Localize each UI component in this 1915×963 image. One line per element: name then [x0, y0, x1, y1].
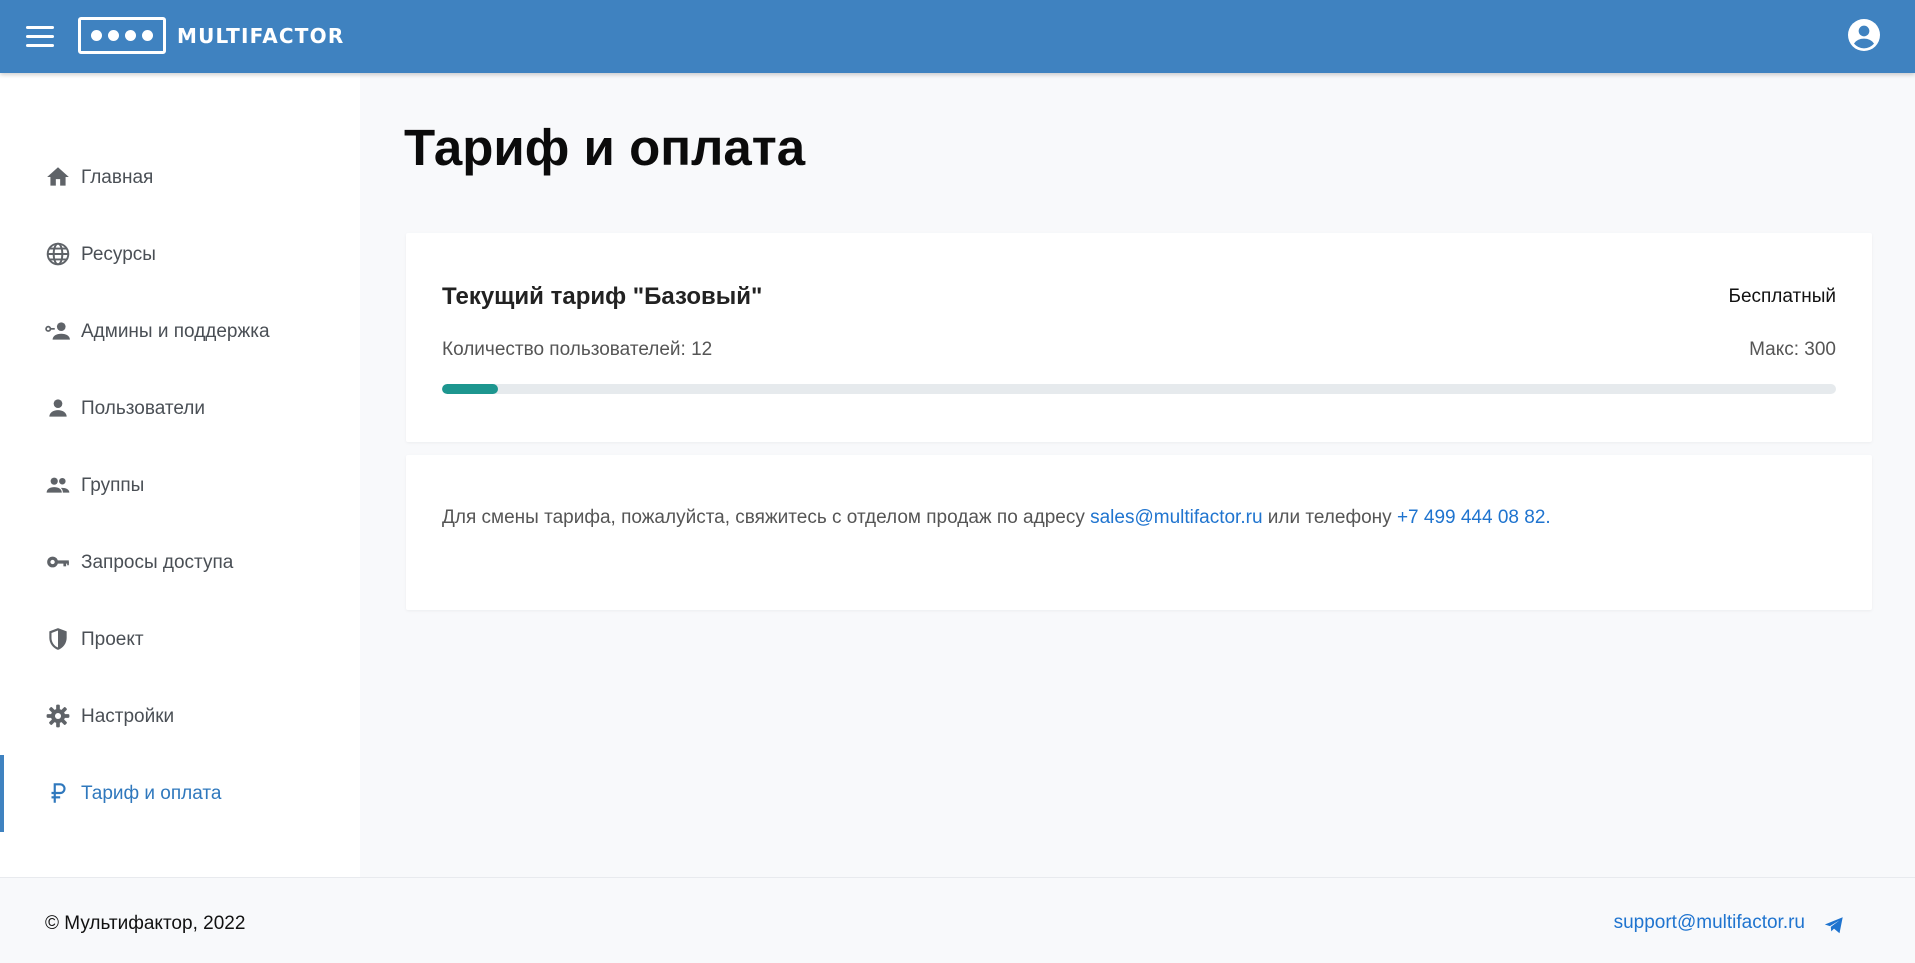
sidebar-item-groups[interactable]: Группы: [0, 447, 360, 524]
sidebar-item-resources[interactable]: Ресурсы: [0, 216, 360, 293]
sidebar-item-tariff[interactable]: Тариф и оплата: [0, 755, 360, 832]
top-app-bar: MULTIFACTOR: [0, 0, 1915, 73]
sidebar-item-label: Настройки: [81, 705, 175, 727]
group-icon: [46, 477, 70, 493]
contact-text-before: Для смены тарифа, пожалуйста, свяжитесь …: [442, 507, 1091, 528]
sidebar-item-label: Админы и поддержка: [81, 320, 270, 342]
contact-text-after: .: [1545, 507, 1551, 528]
sidebar-item-label: Главная: [81, 166, 154, 188]
sidebar-item-users[interactable]: Пользователи: [0, 370, 360, 447]
sidebar-item-label: Группы: [81, 474, 145, 496]
plan-name: Текущий тариф "Базовый": [442, 283, 763, 310]
shield-icon: [49, 628, 67, 650]
gear-icon: [46, 704, 70, 728]
sidebar-item-label: Тариф и оплата: [81, 782, 222, 804]
page-title: Тариф и оплата: [404, 119, 806, 176]
person-icon: [49, 399, 67, 417]
users-progress-fill: [442, 384, 498, 394]
globe-icon: [46, 242, 70, 266]
contact-text-middle: или телефону: [1262, 507, 1397, 528]
sidebar-item-label: Запросы доступа: [81, 551, 234, 573]
users-max: Макс: 300: [1749, 339, 1836, 360]
users-progress-bar: [442, 384, 1836, 394]
contact-text: Для смены тарифа, пожалуйста, свяжитесь …: [442, 507, 1551, 529]
key-icon: [47, 556, 69, 568]
sidebar-item-home[interactable]: Главная: [0, 139, 360, 216]
telegram-icon[interactable]: [1823, 914, 1845, 936]
sales-email-link[interactable]: sales@multifactor.ru: [1090, 507, 1262, 528]
account-circle-icon[interactable]: [1848, 19, 1880, 51]
menu-icon[interactable]: [26, 26, 56, 48]
footer: © Мультифактор, 2022 support@multifactor…: [0, 877, 1915, 963]
sidebar-item-label: Пользователи: [81, 397, 206, 419]
sidebar-item-admins[interactable]: Админы и поддержка: [0, 293, 360, 370]
sidebar-item-label: Проект: [81, 628, 144, 650]
contact-card: Для смены тарифа, пожалуйста, свяжитесь …: [406, 455, 1872, 610]
users-count: Количество пользователей: 12: [442, 339, 713, 360]
sidebar-item-project[interactable]: Проект: [0, 601, 360, 678]
sidebar-item-settings[interactable]: Настройки: [0, 678, 360, 755]
copyright: © Мультифактор, 2022: [45, 913, 246, 934]
plan-price: Бесплатный: [1728, 286, 1836, 307]
ruble-icon: [51, 783, 66, 803]
sidebar-item-access-requests[interactable]: Запросы доступа: [0, 524, 360, 601]
logo-mark: [78, 17, 166, 54]
admin-support-icon: [45, 322, 70, 340]
logo[interactable]: MULTIFACTOR: [78, 17, 344, 54]
sidebar: Главная Ресурсы Админы и поддержка Польз…: [0, 73, 360, 877]
sidebar-item-label: Ресурсы: [81, 243, 156, 265]
current-plan-card: Текущий тариф "Базовый" Бесплатный Колич…: [406, 233, 1872, 442]
support-email-link[interactable]: support@multifactor.ru: [1614, 912, 1805, 934]
home-icon: [47, 167, 69, 186]
logo-text: MULTIFACTOR: [177, 23, 345, 48]
sales-phone-link[interactable]: +7 499 444 08 82: [1397, 507, 1545, 528]
